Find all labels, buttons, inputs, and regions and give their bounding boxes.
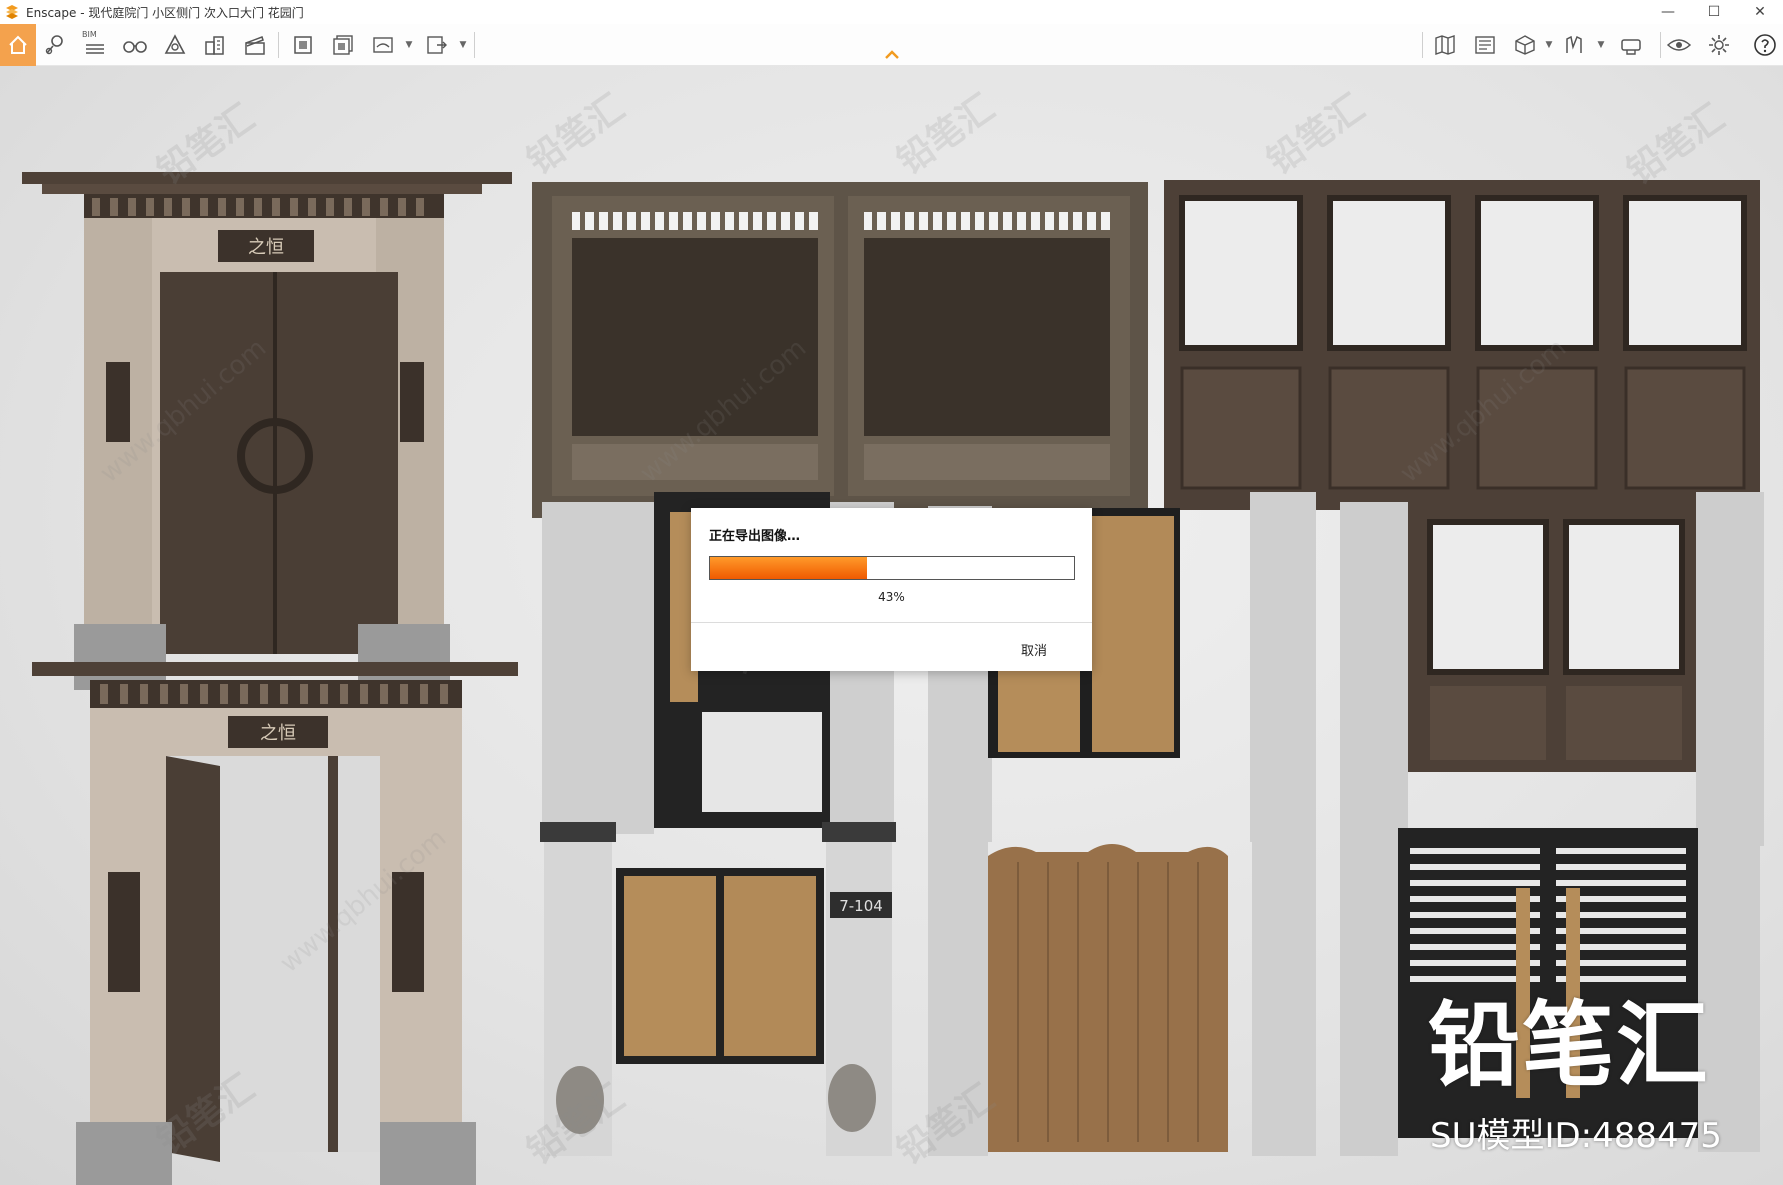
visual-dropdown-caret[interactable]: ▼ <box>1544 38 1554 52</box>
toolbar-separator <box>1660 32 1661 58</box>
door-plaque-text: 之恒 <box>248 237 284 258</box>
settings-button[interactable] <box>1706 32 1732 58</box>
toolbar-separator <box>278 32 279 58</box>
asset-library-button[interactable] <box>162 32 188 58</box>
cancel-button[interactable]: 取消 <box>1005 638 1063 660</box>
title-bar: Enscape - 现代庭院门 小区侧门 次入口大门 花园门 — ☐ ✕ <box>0 0 1783 24</box>
brand-overlay: 铅笔汇 SU模型ID:488475 <box>1428 986 1748 1161</box>
eye-icon <box>1666 39 1692 51</box>
clapperboard-icon <box>245 36 265 55</box>
location-button[interactable] <box>42 32 68 58</box>
headset-icon <box>1621 39 1641 55</box>
bim-button[interactable] <box>82 32 108 58</box>
views-icon <box>1475 36 1495 54</box>
export-dropdown-caret[interactable]: ▼ <box>458 38 468 52</box>
vr-headset-button[interactable] <box>1618 32 1644 58</box>
watermark: 铅笔汇 <box>890 87 1003 183</box>
progress-bar <box>709 556 1075 580</box>
location-pin-icon <box>45 35 63 55</box>
maximize-button[interactable]: ☐ <box>1691 0 1737 24</box>
panorama-icon <box>373 37 393 53</box>
help-icon <box>1754 34 1776 56</box>
export-exe-button[interactable] <box>424 32 450 58</box>
buildings-button[interactable] <box>202 32 228 58</box>
export-progress-dialog: 正在导出图像… 43% 取消 <box>691 508 1092 671</box>
watermark: 铅笔汇 <box>1620 97 1733 193</box>
watermark: 铅笔汇 <box>520 87 633 183</box>
minimize-button[interactable]: — <box>1645 0 1691 24</box>
progress-bar-fill <box>710 557 867 579</box>
progress-percentage: 43% <box>878 590 905 604</box>
gear-icon <box>1709 35 1729 55</box>
dialog-title: 正在导出图像… <box>709 529 801 544</box>
text-button[interactable] <box>1562 32 1588 58</box>
bim-list-icon <box>86 44 104 54</box>
views-button[interactable] <box>1472 32 1498 58</box>
live-view-button[interactable] <box>1666 32 1692 58</box>
toolbar-separator <box>474 32 475 58</box>
panorama-dropdown-caret[interactable]: ▼ <box>404 38 414 52</box>
export-exe-icon <box>427 36 447 54</box>
cube-icon <box>1515 35 1535 55</box>
map-icon <box>1435 35 1455 55</box>
close-button[interactable]: ✕ <box>1737 0 1783 24</box>
video-editor-button[interactable] <box>242 32 268 58</box>
home-icon <box>9 35 27 54</box>
buildings-icon <box>205 36 224 55</box>
screenshot-icon <box>294 36 312 54</box>
brand-logo-text: 铅笔汇 <box>1428 992 1711 1099</box>
chinese-gate-closed: 之恒 <box>22 172 512 690</box>
dialog-divider <box>691 622 1092 623</box>
batch-render-button[interactable] <box>330 32 356 58</box>
asset-library-icon <box>164 34 186 54</box>
map-button[interactable] <box>1432 32 1458 58</box>
collapse-toolbar-arrow-icon[interactable] <box>883 48 901 60</box>
home-button[interactable] <box>0 24 36 66</box>
watermark: 铅笔汇 <box>1260 87 1373 183</box>
help-button[interactable] <box>1752 32 1778 58</box>
visual-settings-button[interactable] <box>1512 32 1538 58</box>
wood-plank-gate <box>928 822 1316 1156</box>
slatted-double-gate <box>532 182 1148 518</box>
enscape-logo-icon <box>6 5 18 19</box>
door-plaque-text: 之恒 <box>260 723 296 744</box>
window-controls: — ☐ ✕ <box>1645 0 1783 24</box>
walk-mode-button[interactable] <box>122 32 148 58</box>
batch-render-icon <box>333 35 353 55</box>
model-id-text: SU模型ID:488475 <box>1430 1116 1722 1156</box>
text-dropdown-caret[interactable]: ▼ <box>1596 38 1606 52</box>
four-panel-gate <box>1164 180 1760 510</box>
house-number: 7-104 <box>839 897 883 915</box>
chinese-gate-open: 之恒 <box>32 662 518 1185</box>
panorama-button[interactable] <box>370 32 396 58</box>
toolbar-separator <box>1422 32 1423 58</box>
wood-gate-with-lions: 7-104 <box>540 822 896 1156</box>
text-icon <box>1566 35 1582 53</box>
binoculars-icon <box>123 41 147 53</box>
screenshot-button[interactable] <box>290 32 316 58</box>
window-title: Enscape - 现代庭院门 小区侧门 次入口大门 花园门 <box>26 5 304 20</box>
dark-double-gate-pillars <box>1340 492 1764 846</box>
